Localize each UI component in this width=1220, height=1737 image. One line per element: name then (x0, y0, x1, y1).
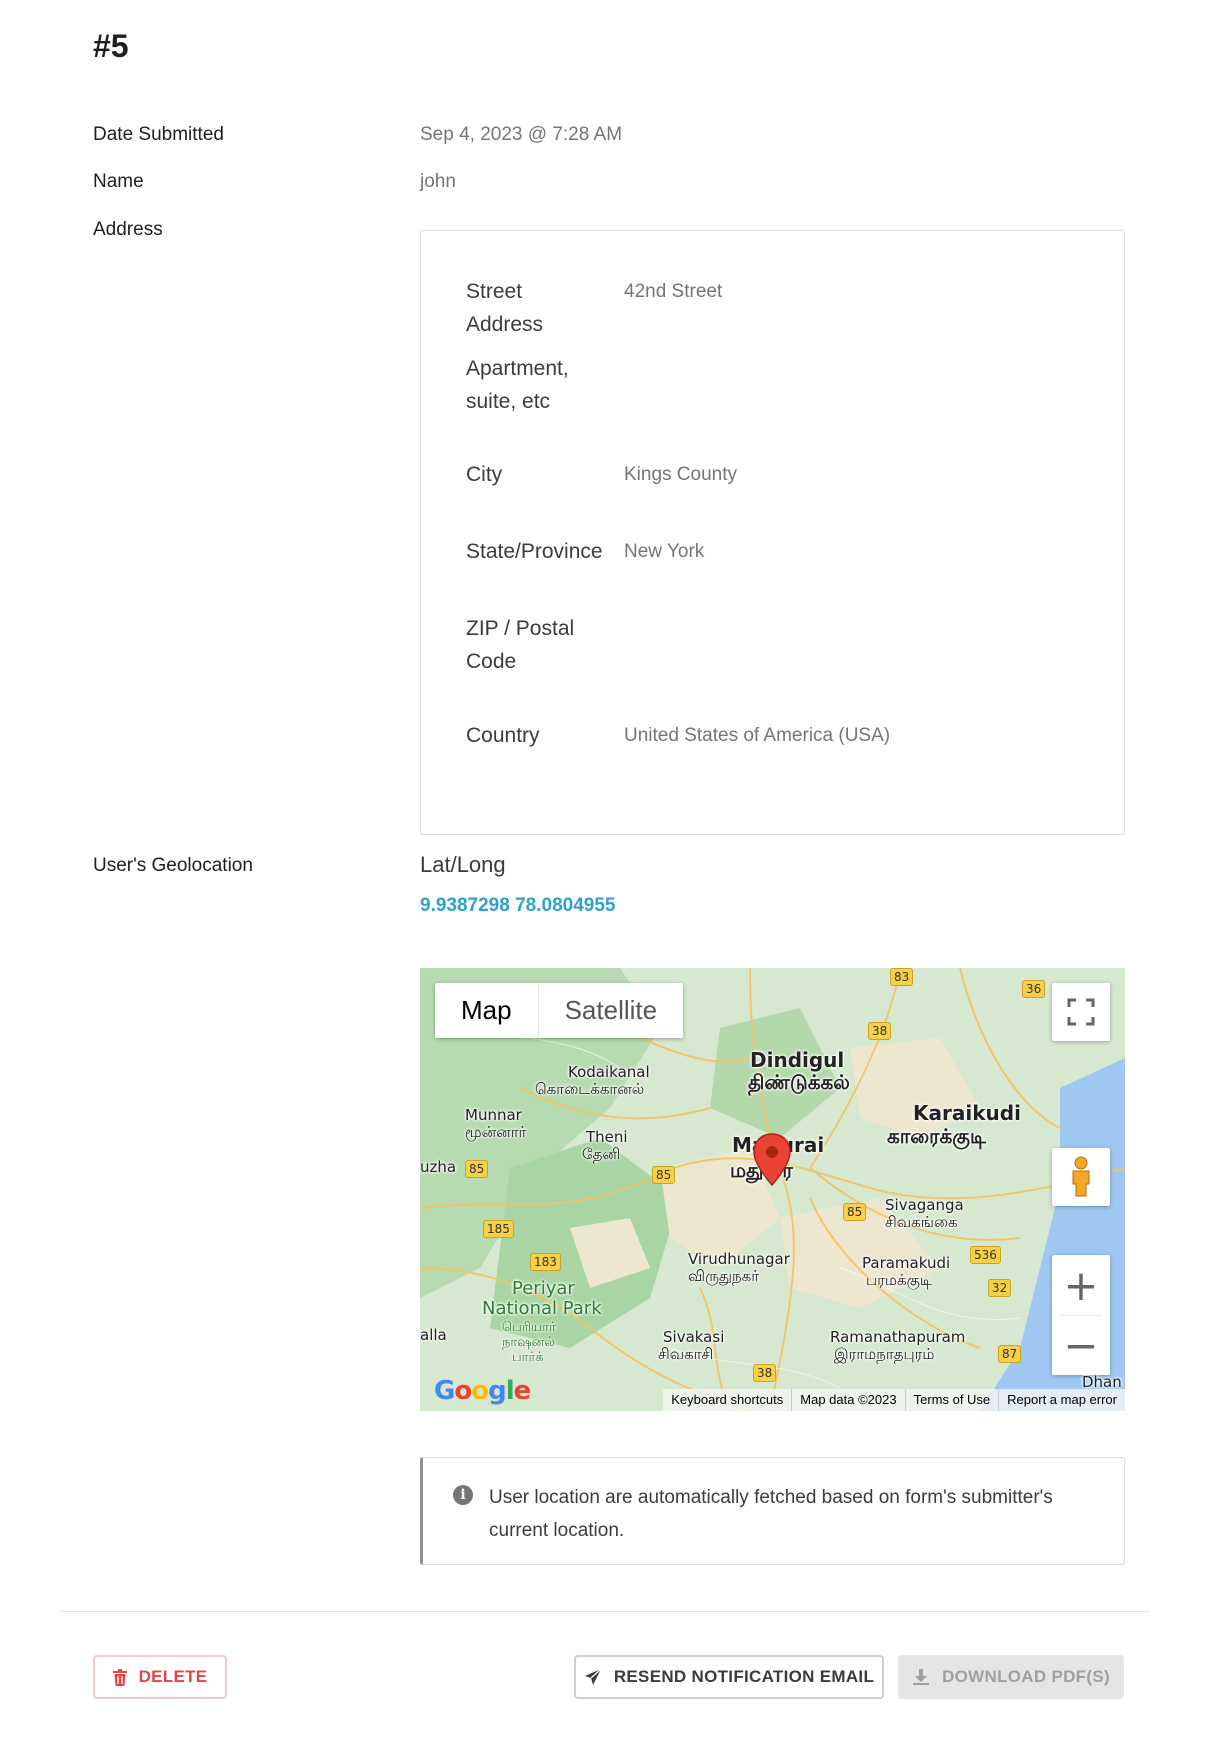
map-label-sivakasi-ta: சிவகாசி (658, 1345, 714, 1363)
highway-shield: 36 (1022, 980, 1046, 998)
name-value: john (420, 171, 456, 192)
download-icon (913, 1669, 930, 1685)
fullscreen-button[interactable] (1052, 983, 1110, 1041)
pegman-icon (1072, 1156, 1090, 1197)
state-value: New York (624, 541, 705, 562)
coordinates-link[interactable]: 9.9387298 78.0804955 (420, 895, 615, 917)
map-label-munnar: Munnar (465, 1106, 522, 1124)
city-label: City (466, 463, 503, 486)
zoom-control: + − (1052, 1255, 1110, 1375)
map-view[interactable]: Map Satellite + − Dindigul திண்டுக்கல் K… (420, 968, 1125, 1411)
apartment-label: Apartment, suite, etc (466, 357, 569, 413)
map-label-sivakasi: Sivakasi (663, 1328, 725, 1346)
country-label: Country (466, 724, 540, 747)
highway-shield: 85 (843, 1203, 867, 1221)
highway-shield: 87 (998, 1345, 1022, 1363)
map-label-theni-ta: தேனி (582, 1145, 621, 1163)
resend-button-label: RESEND NOTIFICATION EMAIL (613, 1667, 875, 1686)
name-label: Name (93, 171, 144, 192)
state-label: State/Province (466, 540, 603, 563)
geolocation-label: User's Geolocation (93, 855, 253, 876)
zoom-separator (1060, 1315, 1102, 1316)
report-map-error-link[interactable]: Report a map error (998, 1389, 1125, 1411)
download-pdf-button[interactable]: DOWNLOAD PDF(S) (898, 1655, 1124, 1699)
highway-shield: 185 (483, 1220, 514, 1238)
terms-of-use-link[interactable]: Terms of Use (904, 1389, 999, 1411)
map-label-theni: Theni (586, 1128, 628, 1146)
map-label-alla: alla (420, 1326, 447, 1344)
highway-shield: 85 (465, 1160, 489, 1178)
highway-shield: 536 (970, 1246, 1001, 1264)
footer-divider (60, 1611, 1150, 1612)
city-value: Kings County (624, 464, 738, 485)
paper-plane-icon (584, 1668, 602, 1685)
map-type-satellite-button[interactable]: Satellite (539, 983, 684, 1038)
entry-title: #5 (93, 28, 129, 64)
resend-notification-email-button[interactable]: RESEND NOTIFICATION EMAIL (574, 1655, 884, 1699)
map-data-credit: Map data ©2023 (791, 1389, 904, 1411)
date-submitted-value: Sep 4, 2023 @ 7:28 AM (420, 124, 623, 145)
map-label-periyar-ta1: பெரியார் (502, 1320, 556, 1335)
map-label-kodaikanal-ta: கொடைக்கானல் (535, 1080, 645, 1098)
geolocation-notice-text: User location are automatically fetched … (489, 1487, 1053, 1541)
map-label-sivaganga: Sivaganga (885, 1196, 964, 1214)
keyboard-shortcuts-link[interactable]: Keyboard shortcuts (663, 1389, 791, 1411)
zoom-in-button[interactable]: + (1052, 1255, 1110, 1315)
map-label-dindigul: Dindigul (750, 1048, 845, 1072)
lat-long-heading: Lat/Long (420, 852, 506, 877)
delete-button-label: DELETE (138, 1667, 208, 1686)
street-address-value: 42nd Street (624, 281, 723, 302)
map-label-dindigul-ta: திண்டுக்கல் (748, 1070, 850, 1094)
map-label-virudhunagar: Virudhunagar (688, 1250, 790, 1268)
trash-icon (112, 1668, 127, 1686)
map-label-paramakudi: Paramakudi (862, 1254, 951, 1272)
location-marker-icon[interactable] (752, 1132, 792, 1187)
date-submitted-label: Date Submitted (93, 124, 224, 145)
map-label-paramakudi-ta: பரமக்குடி (866, 1271, 932, 1289)
street-address-label: Street Address (466, 280, 544, 336)
map-label-periyar: Periyar (512, 1278, 575, 1299)
highway-shield: 83 (890, 968, 914, 986)
map-label-karaikudi: Karaikudi (913, 1101, 1021, 1125)
highway-shield: 85 (652, 1166, 676, 1184)
map-label-national-park: National Park (482, 1298, 602, 1319)
highway-shield: 38 (753, 1364, 777, 1382)
map-type-map-button[interactable]: Map (435, 983, 539, 1038)
highway-shield: 32 (988, 1279, 1012, 1297)
highway-shield: 183 (530, 1253, 561, 1271)
map-label-ramanathapuram: Ramanathapuram (830, 1328, 966, 1346)
street-view-pegman[interactable] (1052, 1148, 1110, 1206)
highway-shield: 38 (868, 1022, 892, 1040)
map-label-karaikudi-ta: காரைக்குடி (887, 1124, 986, 1148)
delete-button[interactable]: DELETE (93, 1655, 227, 1699)
zip-label: ZIP / Postal Code (466, 617, 575, 673)
map-label-kodaikanal: Kodaikanal (568, 1063, 650, 1081)
geolocation-notice: i User location are automatically fetche… (420, 1457, 1125, 1565)
address-panel: Street Address 42nd Street Apartment, su… (420, 230, 1125, 835)
country-value: United States of America (USA) (624, 725, 891, 746)
map-label-periyar-ta2: நாஷனல் (502, 1335, 556, 1350)
fullscreen-icon (1067, 998, 1095, 1026)
map-label-virudhunagar-ta: விருதுநகர் (688, 1267, 760, 1285)
map-footer: Keyboard shortcuts Map data ©2023 Terms … (663, 1389, 1125, 1411)
info-icon: i (453, 1485, 473, 1505)
address-label: Address (93, 219, 163, 240)
map-label-periyar-ta3: பார்க் (512, 1350, 544, 1365)
map-label-uzha: uzha (420, 1158, 457, 1176)
map-label-munnar-ta: மூன்னார் (465, 1123, 527, 1141)
map-type-control: Map Satellite (435, 983, 684, 1038)
map-label-sivaganga-ta: சிவகங்கை (885, 1213, 958, 1231)
map-label-ramanathapuram-ta: இராமநாதபுரம் (834, 1345, 935, 1363)
download-button-label: DOWNLOAD PDF(S) (942, 1667, 1110, 1686)
zoom-out-button[interactable]: − (1052, 1315, 1110, 1375)
google-logo: Google (434, 1376, 531, 1406)
